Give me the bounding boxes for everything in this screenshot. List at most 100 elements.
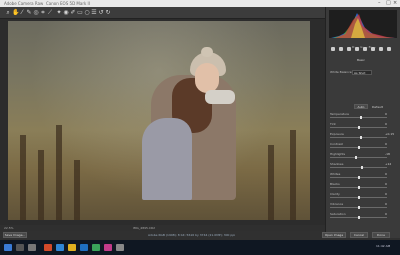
slider-value[interactable]: +12 — [385, 162, 391, 166]
spot-removal-tool-icon[interactable]: ✦ — [56, 9, 62, 16]
slider-track[interactable] — [330, 137, 387, 138]
slider-label: Highlights — [330, 152, 346, 156]
panel-tabs — [327, 47, 398, 53]
app-icon[interactable] — [116, 244, 124, 251]
photoshop-icon[interactable] — [80, 244, 88, 251]
close-icon[interactable]: × — [393, 0, 397, 7]
slider-handle[interactable] — [357, 216, 360, 219]
minimize-icon[interactable]: – — [378, 0, 381, 7]
slider-handle[interactable] — [357, 196, 360, 199]
slider-label: Saturation — [330, 212, 346, 216]
slider-value[interactable]: 0 — [385, 192, 387, 196]
graduated-filter-tool-icon[interactable]: ▭ — [77, 9, 83, 16]
split-toning-tab-icon[interactable] — [363, 47, 367, 51]
grass-stalk — [56, 125, 62, 220]
slider-value[interactable]: +0.15 — [385, 132, 394, 136]
camera-calibration-tab-icon[interactable] — [387, 47, 391, 51]
slider-handle[interactable] — [357, 176, 360, 179]
slider-label: Temperature — [330, 112, 350, 116]
color-sampler-tool-icon[interactable]: ✎ — [26, 9, 32, 16]
slider-track[interactable] — [330, 157, 387, 158]
hand-tool-icon[interactable]: ✋ — [12, 9, 19, 16]
maximize-icon[interactable]: □ — [386, 0, 391, 7]
detail-tab-icon[interactable] — [347, 47, 351, 51]
slider-value[interactable]: 0 — [385, 142, 387, 146]
lens-tab-icon[interactable] — [371, 47, 375, 51]
slider-value[interactable]: 0 — [385, 112, 387, 116]
save-image-button[interactable]: Save Image... — [3, 232, 27, 238]
effects-tab-icon[interactable] — [379, 47, 383, 51]
start-icon[interactable] — [4, 244, 12, 251]
grass-stalk — [290, 130, 296, 220]
slider-handle[interactable] — [360, 166, 363, 169]
preferences-tool-icon[interactable]: ☰ — [91, 9, 97, 16]
file-name: IMG_4895.CR2 — [133, 226, 155, 230]
crop-tool-icon[interactable]: ⌗ — [40, 9, 46, 16]
slider-handle[interactable] — [357, 126, 360, 129]
white-balance-dropdown[interactable]: As Shot — [352, 70, 372, 75]
open-image-button[interactable]: Open Image — [322, 232, 346, 238]
window-subtitle: Canon EOS 5D Mark II — [46, 1, 90, 6]
zoom-level[interactable]: 22.5% — [4, 225, 14, 231]
slider-handle[interactable] — [357, 206, 360, 209]
taskbar: 11:42 AM — [0, 240, 400, 255]
slider-handle[interactable] — [360, 116, 363, 119]
zoom-tool-icon[interactable]: ⌕ — [5, 9, 11, 16]
slider-label: Shadows — [330, 162, 344, 166]
slider-label: Vibrance — [330, 202, 344, 206]
slider-value[interactable]: 0 — [385, 212, 387, 216]
slider-handle[interactable] — [360, 136, 363, 139]
camera-raw-window: Adobe Camera Raw Canon EOS 5D Mark II – … — [0, 0, 400, 255]
slider-handle[interactable] — [357, 146, 360, 149]
slider-handle[interactable] — [354, 156, 357, 159]
app-icon[interactable] — [104, 244, 112, 251]
browser-icon[interactable] — [56, 244, 64, 251]
tone-curve-tab-icon[interactable] — [339, 47, 343, 51]
status-bar — [0, 225, 325, 231]
basic-tab-icon[interactable] — [331, 47, 335, 51]
white-balance-label: White Balance: — [330, 70, 353, 74]
slider-value[interactable]: 0 — [385, 122, 387, 126]
default-link[interactable]: Default — [372, 105, 383, 109]
subject-scarf — [205, 90, 235, 104]
histogram — [329, 10, 397, 38]
app-icon[interactable] — [44, 244, 52, 251]
hsl-tab-icon[interactable] — [355, 47, 359, 51]
slider-value[interactable]: 0 — [385, 202, 387, 206]
panel-section-title: Basic — [357, 58, 365, 62]
window-title: Adobe Camera Raw — [4, 1, 44, 6]
cancel-button[interactable]: Cancel — [350, 232, 368, 238]
workflow-options-link[interactable]: Adobe RGB (1998); 8 bit; 5616 by 3744 (2… — [148, 233, 235, 238]
slider-label: Whites — [330, 172, 341, 176]
rotate-right-icon[interactable]: ↻ — [105, 9, 111, 16]
slider-value[interactable]: 0 — [385, 172, 387, 176]
folder-icon[interactable] — [68, 244, 76, 251]
auto-button[interactable]: Auto — [354, 104, 368, 109]
subject-face — [195, 63, 219, 93]
white-balance-tool-icon[interactable]: ⁄ — [19, 9, 25, 16]
clock[interactable]: 11:42 AM — [376, 244, 390, 248]
red-eye-tool-icon[interactable]: ◉ — [63, 9, 69, 16]
search-icon[interactable] — [16, 244, 24, 251]
task-view-icon[interactable] — [28, 244, 36, 251]
slider-label: Blacks — [330, 182, 340, 186]
slider-label: Exposure — [330, 132, 344, 136]
done-button[interactable]: Done — [372, 232, 390, 238]
adjustment-brush-tool-icon[interactable]: ✐ — [70, 9, 76, 16]
targeted-adjustment-tool-icon[interactable]: ◎ — [33, 9, 39, 16]
slider-label: Clarity — [330, 192, 340, 196]
radial-filter-tool-icon[interactable]: ○ — [84, 9, 90, 16]
slider-handle[interactable] — [357, 186, 360, 189]
slider-value[interactable]: 0 — [385, 182, 387, 186]
slider-label: Tint — [330, 122, 336, 126]
subject-dress — [142, 118, 192, 200]
slider-value[interactable]: -18 — [385, 152, 390, 156]
slider-track[interactable] — [330, 117, 387, 118]
slider-label: Contrast — [330, 142, 343, 146]
straighten-tool-icon[interactable]: ⟋ — [47, 9, 53, 16]
grass-stalk — [74, 160, 80, 220]
app-icon[interactable] — [92, 244, 100, 251]
slider-track[interactable] — [330, 167, 387, 168]
rotate-left-icon[interactable]: ↺ — [98, 9, 104, 16]
grass-stalk — [20, 135, 26, 220]
